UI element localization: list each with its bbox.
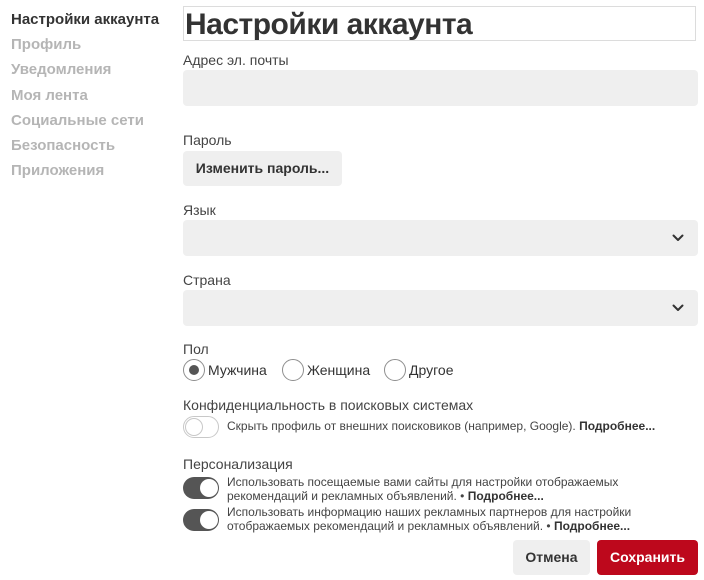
sites-personalization-more-link[interactable]: Подробнее... bbox=[468, 489, 544, 503]
radio-female[interactable] bbox=[282, 359, 304, 381]
partners-personalization-text: Использовать информацию наших рекламных … bbox=[227, 505, 698, 533]
toggle-knob bbox=[200, 511, 218, 529]
gender-label: Пол bbox=[183, 341, 209, 357]
radio-other[interactable] bbox=[384, 359, 406, 381]
hide-profile-toggle[interactable] bbox=[183, 416, 219, 438]
radio-label-other: Другое bbox=[409, 362, 454, 378]
chevron-down-icon bbox=[672, 234, 684, 241]
hide-profile-text: Скрыть профиль от внешних поисковиков (н… bbox=[227, 419, 698, 433]
sidebar-item-notifications[interactable]: Уведомления bbox=[11, 60, 176, 85]
sidebar-item-apps[interactable]: Приложения bbox=[11, 161, 176, 186]
chevron-down-icon bbox=[672, 304, 684, 311]
toggle-knob bbox=[200, 479, 218, 497]
save-button[interactable]: Сохранить bbox=[597, 540, 698, 575]
sidebar-item-social-networks[interactable]: Социальные сети bbox=[11, 111, 176, 136]
sidebar-item-account-settings[interactable]: Настройки аккаунта bbox=[11, 10, 176, 35]
country-select[interactable] bbox=[183, 290, 698, 326]
page-title: Настройки аккаунта bbox=[183, 6, 696, 41]
hide-profile-description: Скрыть профиль от внешних поисковиков (н… bbox=[227, 419, 576, 433]
sites-personalization-description: Использовать посещаемые вами сайты для н… bbox=[227, 475, 619, 503]
partners-personalization-toggle[interactable] bbox=[183, 509, 219, 531]
country-label: Страна bbox=[183, 272, 231, 288]
cancel-button[interactable]: Отмена bbox=[513, 540, 590, 575]
radio-label-female: Женщина bbox=[307, 362, 371, 378]
email-field[interactable] bbox=[183, 70, 698, 106]
radio-male[interactable] bbox=[183, 359, 205, 381]
sidebar-item-security[interactable]: Безопасность bbox=[11, 136, 176, 161]
radio-label-male: Мужчина bbox=[208, 362, 267, 378]
password-label: Пароль bbox=[183, 132, 232, 148]
language-label: Язык bbox=[183, 202, 216, 218]
sidebar-item-profile[interactable]: Профиль bbox=[11, 35, 176, 60]
language-select[interactable] bbox=[183, 220, 698, 256]
sites-personalization-text: Использовать посещаемые вами сайты для н… bbox=[227, 475, 698, 503]
privacy-label: Конфиденциальность в поисковых системах bbox=[183, 397, 474, 413]
sidebar-item-my-feed[interactable]: Моя лента bbox=[11, 86, 176, 111]
sites-personalization-toggle[interactable] bbox=[183, 477, 219, 499]
settings-sidebar: Настройки аккаунта Профиль Уведомления М… bbox=[11, 10, 176, 186]
change-password-button[interactable]: Изменить пароль... bbox=[183, 151, 342, 186]
personalization-label: Персонализация bbox=[183, 456, 293, 472]
settings-main: Настройки аккаунта Адрес эл. почты Парол… bbox=[183, 0, 698, 580]
email-label: Адрес эл. почты bbox=[183, 52, 289, 68]
toggle-knob bbox=[185, 418, 203, 436]
privacy-more-link[interactable]: Подробнее... bbox=[579, 419, 655, 433]
partners-personalization-more-link[interactable]: Подробнее... bbox=[554, 519, 630, 533]
